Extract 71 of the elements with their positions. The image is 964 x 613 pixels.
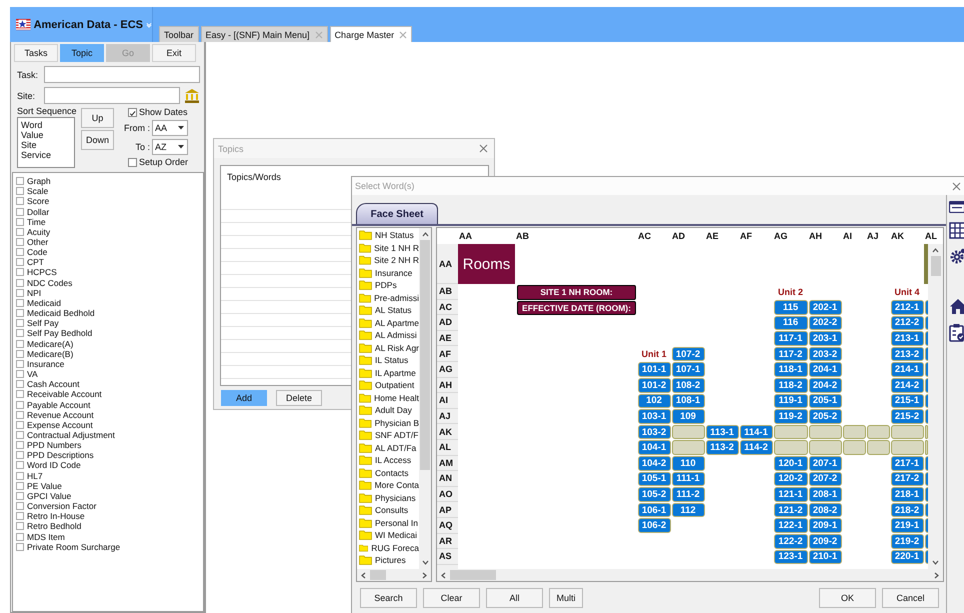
unit-label: Unit 4: [893, 286, 920, 299]
checkbox-label: Retro Bedhold: [27, 521, 82, 532]
column-header: Topics/Words: [226, 172, 282, 181]
checkbox-label: Show Dates: [139, 107, 188, 117]
checkbox-label: GPCI Value: [27, 490, 72, 501]
checkbox-label: NDC Codes: [27, 278, 72, 288]
column-header: AF: [739, 231, 753, 241]
checkbox-label: Retro In-House: [27, 511, 85, 522]
checkbox-label: Word ID Code: [27, 460, 81, 470]
checkbox-label: Conversion Factor: [27, 501, 96, 512]
checkbox-label: Other: [27, 237, 48, 248]
checkbox-label: PPD Numbers: [27, 440, 82, 450]
checkbox-label: Scale: [27, 186, 48, 196]
checkbox-label: Cash Account: [27, 379, 80, 390]
checkbox-label: Dollar: [27, 206, 50, 217]
checkbox-label: MDS Item: [27, 532, 65, 542]
column-header: AB: [515, 231, 530, 241]
checkbox-label: Time: [27, 216, 46, 227]
checkbox-label: Self Pay: [27, 318, 59, 328]
checkbox-label: Setup Order: [139, 157, 188, 167]
checkbox-label: CPT: [27, 257, 44, 268]
checkbox-label: Expense Account: [27, 420, 93, 430]
checkbox-label: HCPCS: [27, 267, 57, 278]
checkbox-label: PE Value: [27, 480, 62, 491]
checkbox-label: Insurance: [27, 358, 64, 369]
column-header: AC: [637, 231, 652, 241]
app-title: American Data - ECS: [34, 18, 143, 30]
dialog-title: Select Word(s): [355, 181, 414, 191]
checkbox-label: Receivable Account: [27, 389, 102, 400]
row-header: AO: [437, 486, 458, 502]
row-header: AH: [437, 378, 458, 394]
column-header: AE: [705, 231, 720, 241]
form-label: To :: [135, 142, 150, 152]
checkbox-label: Graph: [27, 176, 51, 186]
column-header: AH: [808, 231, 823, 241]
section-title: Rooms: [458, 244, 515, 284]
checkbox-label: Medicaid: [27, 298, 62, 308]
column-header: AK: [890, 231, 905, 241]
row-header: AM: [437, 456, 458, 472]
checkbox-label: VA: [27, 369, 38, 380]
unit-label: Unit 1: [640, 348, 668, 362]
checkbox-label: Contractual Adjustment: [27, 430, 115, 440]
checkbox-label: Medicaid Bedhold: [27, 308, 95, 318]
checkbox-label: PPD Descriptions: [27, 450, 94, 460]
checkbox-label: Acuity: [27, 226, 50, 237]
checkbox-label: Payable Account: [27, 400, 90, 410]
dialog-title: Topics: [218, 144, 244, 154]
checkbox-label: HL7: [27, 470, 43, 481]
form-label: Site:: [17, 90, 36, 100]
checkbox-label: Code: [27, 247, 48, 258]
form-label: Task:: [17, 70, 40, 80]
row-header: AC: [437, 300, 458, 316]
column-header: AI: [842, 231, 853, 241]
checkbox-label: Medicare(A): [27, 338, 74, 349]
checkbox-label: Medicare(B): [27, 348, 74, 359]
checkbox-label: Private Room Surcharge: [27, 542, 120, 552]
checkbox-label: Self Pay Bedhold: [27, 328, 92, 338]
column-header: AD: [671, 231, 686, 241]
unit-label: Unit 2: [776, 286, 804, 299]
column-header: AL: [924, 231, 938, 241]
field-label: SITE 1 NH ROOM:: [517, 285, 636, 300]
column-header: AG: [773, 231, 788, 241]
checkbox-label: NPI: [27, 288, 42, 298]
form-label: Sort Sequence: [17, 107, 77, 116]
checkbox-label: Revenue Account: [27, 410, 94, 420]
checkbox-label: Score: [27, 196, 50, 206]
row-header: AR: [437, 534, 458, 550]
form-label: From :: [124, 122, 150, 132]
column-header: AA: [458, 231, 473, 241]
column-header: AJ: [866, 231, 880, 241]
field-label: EFFECTIVE DATE (ROOM):: [517, 300, 636, 316]
